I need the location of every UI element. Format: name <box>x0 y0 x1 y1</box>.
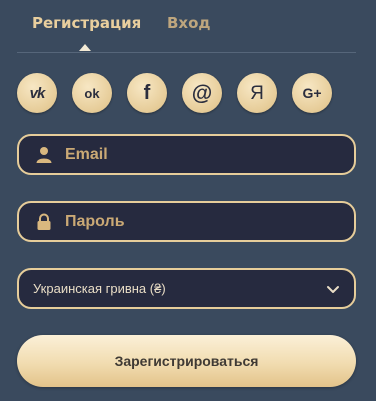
lock-icon <box>37 213 51 230</box>
google-plus-icon: G+ <box>302 85 322 101</box>
facebook-icon: f <box>143 82 151 104</box>
chevron-down-icon <box>327 286 339 293</box>
tab-login[interactable]: Вход <box>167 14 211 32</box>
vk-button[interactable]: vk <box>17 73 57 113</box>
register-button[interactable]: Зарегистрироваться <box>17 335 356 387</box>
user-icon <box>36 147 52 163</box>
currency-select[interactable]: Украинская гривна (₴) <box>17 268 356 309</box>
yandex-button[interactable]: Я <box>237 73 277 113</box>
active-tab-caret <box>79 44 91 51</box>
vk-icon: vk <box>29 84 46 102</box>
social-login-row: vk ok f @ Я G+ <box>17 73 356 113</box>
mail-icon: @ <box>191 81 213 105</box>
register-button-label: Зарегистрироваться <box>114 353 259 369</box>
mail-button[interactable]: @ <box>182 73 222 113</box>
yandex-icon: Я <box>250 82 264 104</box>
email-field[interactable] <box>17 134 356 175</box>
google-plus-button[interactable]: G+ <box>292 73 332 113</box>
odnoklassniki-icon: ok <box>84 85 100 101</box>
password-input[interactable] <box>65 203 345 240</box>
odnoklassniki-button[interactable]: ok <box>72 73 112 113</box>
password-field[interactable] <box>17 201 356 242</box>
email-input[interactable] <box>65 136 345 173</box>
facebook-button[interactable]: f <box>127 73 167 113</box>
auth-tabs: Регистрация Вход <box>17 0 356 53</box>
tab-registration[interactable]: Регистрация <box>32 14 141 32</box>
currency-value: Украинская гривна (₴) <box>33 281 166 296</box>
